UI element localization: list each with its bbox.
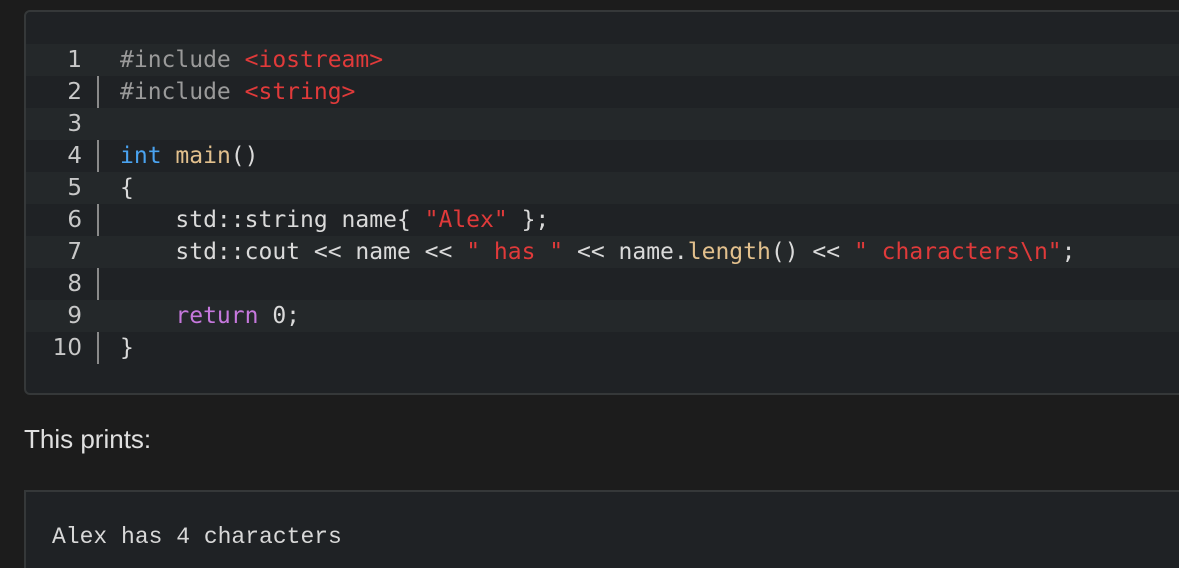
- code-token: };: [507, 207, 550, 233]
- line-number: 9: [67, 303, 82, 329]
- line-number: 4: [67, 143, 82, 169]
- code-token: std::string name{: [120, 207, 425, 233]
- code-token: <iostream>: [244, 47, 384, 73]
- line-number: 8: [67, 271, 82, 297]
- code-line: 10}: [26, 332, 1179, 364]
- code-token: (): [230, 143, 259, 169]
- code-token: "Alex": [424, 207, 508, 233]
- code-token: std::cout << name <<: [120, 239, 467, 265]
- code-line: 1 #include <iostream>: [26, 44, 1179, 76]
- code-token: length: [687, 239, 771, 265]
- line-code: std::cout << name << " has " << name.len…: [120, 236, 1076, 268]
- code-line: 5{: [26, 172, 1179, 204]
- line-number: 2: [67, 79, 82, 105]
- line-number: 10: [52, 335, 82, 361]
- line-code: }: [120, 332, 134, 364]
- code-token: () <<: [770, 239, 854, 265]
- output-caption: This prints:: [24, 424, 152, 454]
- code-token: }: [120, 335, 134, 361]
- code-token: main: [175, 143, 231, 169]
- code-line: 2 #include <string>: [26, 76, 1179, 108]
- line-code: return 0;: [120, 300, 300, 332]
- code-line: 9 return 0;: [26, 300, 1179, 332]
- code-token: int: [120, 143, 162, 169]
- line-number: 3: [67, 111, 82, 137]
- line-code: #include <iostream>: [120, 44, 383, 76]
- line-number: 5: [67, 175, 82, 201]
- output-block: Alex has 4 characters: [24, 490, 1179, 568]
- line-code: int main(): [120, 140, 259, 172]
- code-line: 6 std::string name{ "Alex" };: [26, 204, 1179, 236]
- code-line: 4 int main(): [26, 140, 1179, 172]
- output-text: Alex has 4 characters: [52, 524, 342, 550]
- code-line: 7 std::cout << name << " has " << name.l…: [26, 236, 1179, 268]
- code-token: << name.: [563, 239, 688, 265]
- code-block: 1 #include <iostream> 2 #include <string> 3 4…: [24, 10, 1179, 395]
- code-token: 0;: [258, 303, 301, 329]
- code-token: " has ": [466, 239, 564, 265]
- code-token: return: [175, 303, 259, 329]
- code-token: {: [120, 175, 134, 201]
- code-token: <string>: [244, 79, 356, 105]
- line-number: 7: [67, 239, 82, 265]
- line-code: #include <string>: [120, 76, 355, 108]
- code-token: #include: [120, 47, 245, 73]
- line-number: 1: [67, 47, 82, 73]
- code-lines: 1 #include <iostream> 2 #include <string> 3 4…: [26, 44, 1179, 364]
- page: 1 #include <iostream> 2 #include <string> 3 4…: [0, 0, 1179, 568]
- line-code: {: [120, 172, 134, 204]
- code-token: #include: [120, 79, 245, 105]
- code-token: " characters\n": [853, 239, 1062, 265]
- line-number: 6: [67, 207, 82, 233]
- code-line: 8: [26, 268, 1179, 300]
- line-code: std::string name{ "Alex" };: [120, 204, 549, 236]
- code-token: ;: [1061, 239, 1076, 265]
- code-line: 3: [26, 108, 1179, 140]
